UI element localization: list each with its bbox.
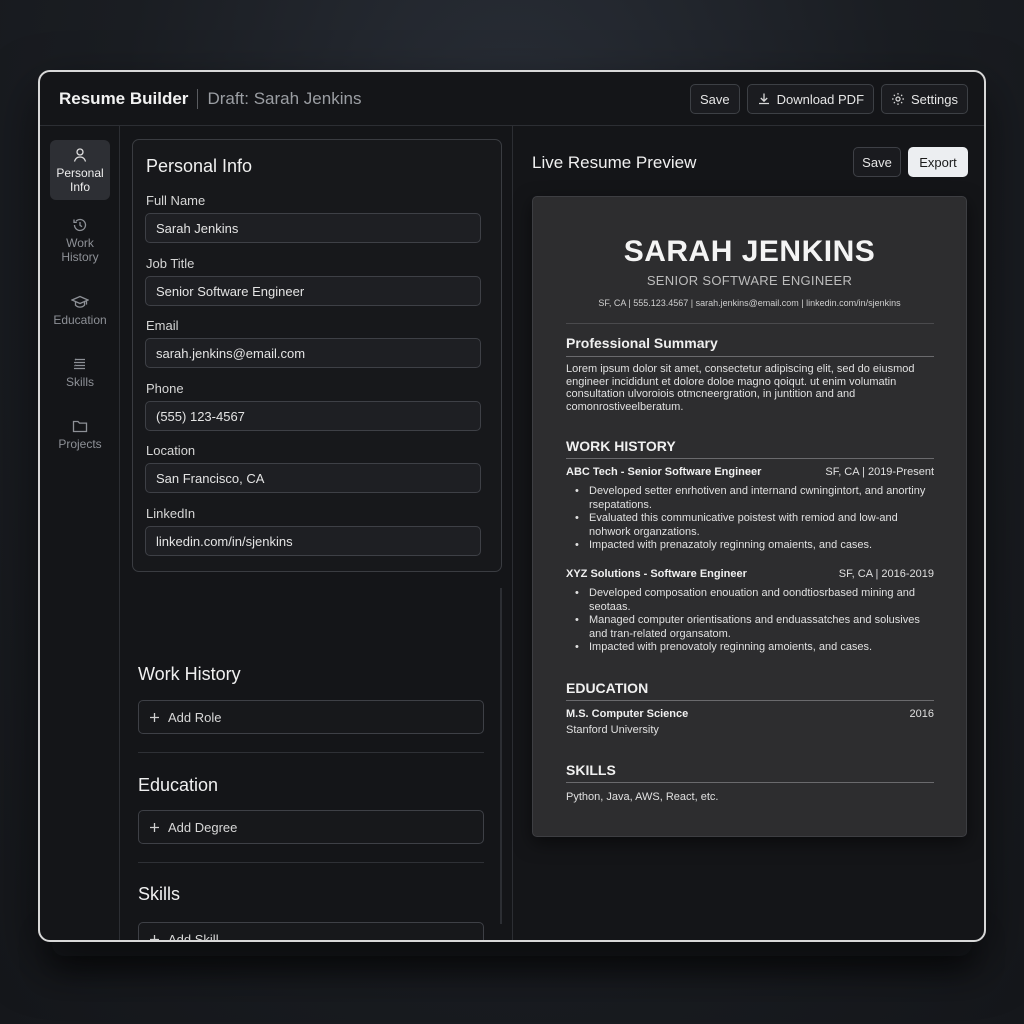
- plus-icon: [150, 712, 159, 722]
- save-button-label: Save: [699, 91, 730, 107]
- work-history-title: Work History: [138, 664, 241, 684]
- sidebar-item-projects[interactable]: Projects: [50, 404, 110, 464]
- download-pdf-label: Download PDF: [776, 91, 865, 107]
- phone-field[interactable]: (555) 123-4567: [145, 401, 481, 431]
- list-item: Impacted with prenazatoly reginning omai…: [575, 539, 930, 553]
- sidebar-item-education[interactable]: Education: [50, 280, 110, 340]
- plus-icon: [150, 934, 159, 940]
- sidebar-item-label: Projects: [58, 436, 102, 451]
- job-bullets: Developed composation enouation and oond…: [575, 587, 930, 655]
- job-title-field[interactable]: Senior Software Engineer: [145, 276, 481, 306]
- add-skill-label: Add Skill: [168, 931, 219, 942]
- email-label: Email: [146, 318, 179, 333]
- job-title-label: Job Title: [146, 256, 195, 271]
- skills-title: Skills: [138, 884, 181, 904]
- list-item: Impacted with prenovatoly reginning amoi…: [575, 641, 930, 655]
- resume-divider: [566, 458, 934, 459]
- preview-panel: Live Resume Preview Save Export SARAH JE…: [514, 126, 984, 940]
- folder-icon: [72, 420, 88, 432]
- job-meta: SF, CA | 2016-2019: [838, 568, 934, 580]
- sidebar-item-label: Skills: [65, 374, 94, 389]
- education-entry: M.S. Computer Science 2016: [566, 708, 934, 720]
- location-label: Location: [146, 443, 196, 458]
- preview-title: Live Resume Preview: [532, 153, 697, 172]
- list-item: Evaluated this communicative poistest wi…: [575, 512, 930, 539]
- job-title: XYZ Solutions - Software Engineer: [566, 568, 747, 580]
- resume-role: SENIOR SOFTWARE ENGINEER: [646, 273, 853, 288]
- school-name: Stanford University: [566, 724, 659, 736]
- settings-button[interactable]: Settings: [881, 84, 968, 114]
- list-item: Developed composation enouation and oond…: [575, 587, 930, 614]
- sidebar-item-personal-info[interactable]: Personal Info: [50, 140, 110, 200]
- linkedin-field[interactable]: linkedin.com/in/sjenkins: [145, 526, 481, 556]
- user-icon: [73, 147, 87, 162]
- resume-contact: SF, CA | 555.123.4567 | sarah.jenkins@em…: [598, 298, 901, 308]
- add-role-label: Add Role: [168, 709, 222, 725]
- skills-icon: [74, 357, 85, 369]
- graduation-cap-icon: [71, 295, 89, 308]
- scrollbar[interactable]: [500, 588, 502, 924]
- phone-label: Phone: [146, 381, 184, 396]
- personal-info-title: Personal Info: [146, 156, 253, 176]
- resume-document: SARAH JENKINS SENIOR SOFTWARE ENGINEER S…: [532, 196, 967, 837]
- work-heading: WORK HISTORY: [566, 438, 676, 454]
- resume-divider: [566, 782, 934, 783]
- history-icon: [73, 218, 87, 231]
- top-actions: Save Download PDF Settings: [689, 84, 968, 114]
- education-heading: EDUCATION: [566, 680, 649, 696]
- location-field[interactable]: San Francisco, CA: [145, 463, 481, 493]
- preview-save-button[interactable]: Save: [853, 147, 901, 177]
- add-skill-button[interactable]: Add Skill: [138, 922, 484, 942]
- resume-divider: [566, 700, 934, 701]
- add-degree-label: Add Degree: [168, 819, 238, 835]
- plus-icon: [150, 822, 159, 832]
- section-divider: [138, 752, 484, 753]
- email-field[interactable]: sarah.jenkins@email.com: [145, 338, 481, 368]
- sidebar-item-label: Personal Info: [56, 165, 104, 194]
- save-button[interactable]: Save: [689, 84, 740, 114]
- app-title: Resume Builder: [59, 88, 189, 108]
- sidebar: Personal Info Work History Education Ski…: [40, 126, 120, 940]
- education-title: Education: [138, 775, 219, 795]
- section-divider: [138, 862, 484, 863]
- top-bar: Resume Builder Draft: Sarah Jenkins Save…: [40, 72, 984, 126]
- download-pdf-button[interactable]: Download PDF: [746, 84, 875, 114]
- skills-text: Python, Java, AWS, React, etc.: [566, 791, 719, 803]
- add-role-button[interactable]: Add Role: [138, 700, 484, 734]
- draft-title: Draft: Sarah Jenkins: [207, 88, 362, 108]
- job-meta: SF, CA | 2019-Present: [825, 466, 934, 478]
- app-window: Resume Builder Draft: Sarah Jenkins Save…: [38, 70, 986, 942]
- sidebar-item-label: Education: [53, 312, 107, 327]
- degree-year: 2016: [909, 708, 934, 720]
- title-separator: [197, 88, 199, 109]
- job-title: ABC Tech - Senior Software Engineer: [566, 466, 762, 478]
- resume-name: SARAH JENKINS: [623, 235, 876, 268]
- add-degree-button[interactable]: Add Degree: [138, 810, 484, 844]
- degree-title: M.S. Computer Science: [566, 708, 689, 720]
- export-button[interactable]: Export: [908, 147, 968, 177]
- sidebar-item-label: Work History: [61, 235, 99, 264]
- linkedin-label: LinkedIn: [146, 506, 196, 521]
- skills-heading: SKILLS: [566, 762, 616, 778]
- summary-text: Lorem ipsum dolor sit amet, consectetur …: [566, 363, 915, 413]
- job-entry-header: ABC Tech - Senior Software Engineer SF, …: [566, 466, 934, 478]
- sidebar-item-skills[interactable]: Skills: [50, 342, 110, 402]
- gear-icon: [892, 93, 905, 105]
- job-bullets: Developed setter enrhotiven and internan…: [575, 485, 930, 553]
- full-name-field[interactable]: Sarah Jenkins: [145, 213, 481, 243]
- list-item: Managed computer orientisations and endu…: [575, 614, 930, 641]
- summary-heading: Professional Summary: [566, 335, 718, 351]
- editor-panel: Personal Info Full Name Sarah Jenkins Jo…: [121, 126, 513, 940]
- resume-divider: [566, 356, 934, 357]
- resume-divider: [566, 323, 934, 324]
- settings-label: Settings: [911, 91, 958, 107]
- full-name-label: Full Name: [146, 193, 206, 208]
- job-entry-header: XYZ Solutions - Software Engineer SF, CA…: [566, 568, 934, 580]
- download-icon: [758, 93, 769, 105]
- sidebar-item-work-history[interactable]: Work History: [50, 210, 110, 270]
- personal-info-card: Personal Info Full Name Sarah Jenkins Jo…: [132, 139, 502, 572]
- list-item: Developed setter enrhotiven and internan…: [575, 485, 930, 512]
